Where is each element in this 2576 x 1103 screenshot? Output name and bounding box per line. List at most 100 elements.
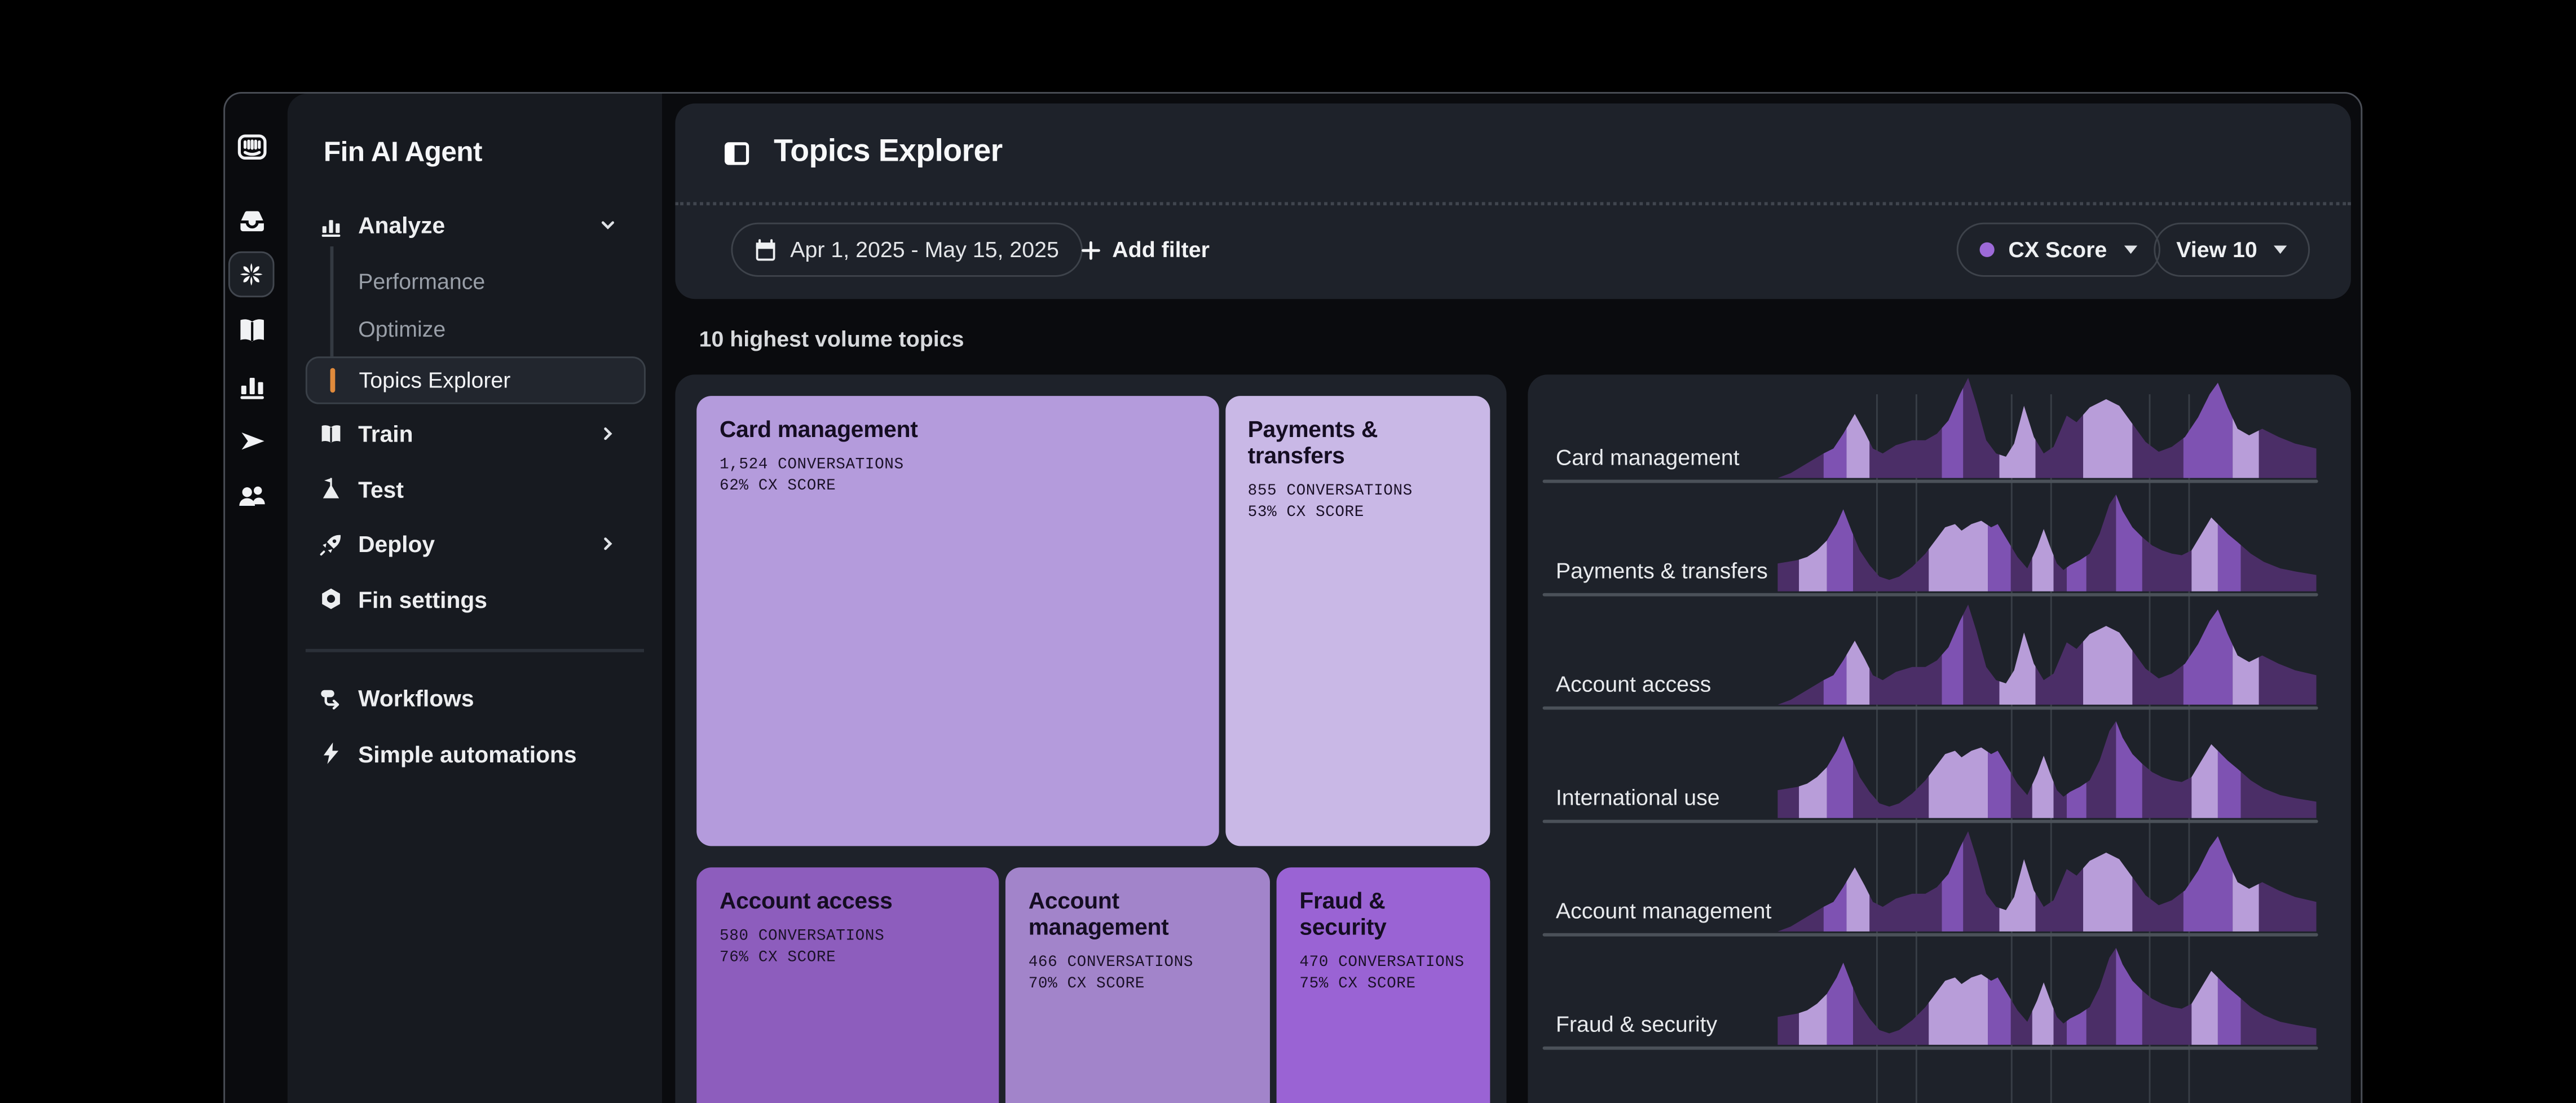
chevron-right-icon (599, 426, 616, 442)
topic-title: Account access (720, 887, 976, 914)
sparkline-row-account-access[interactable]: Account access (1528, 601, 2350, 709)
sidebar-item-optimize[interactable]: Optimize (358, 311, 445, 347)
treemap-card-card-management[interactable]: Card management 1,524 CONVERSATIONS 62% … (696, 396, 1219, 846)
metric-select-button[interactable]: CX Score (1957, 223, 2159, 277)
contacts-people-icon[interactable] (236, 480, 267, 511)
sidebar-item-label: Deploy (358, 531, 435, 557)
chevron-right-icon (599, 536, 616, 552)
treemap-card-fraud-security[interactable]: Fraud & security 470 CONVERSATIONS 75% C… (1277, 867, 1490, 1103)
page-panel-icon (723, 139, 751, 167)
page-title: Topics Explorer (774, 135, 1002, 171)
sparkline-row-international-use[interactable]: International use (1528, 714, 2350, 822)
book-icon (318, 421, 343, 446)
starburst-icon (237, 261, 264, 288)
inbox-icon[interactable] (236, 205, 267, 236)
lightning-bolt-icon (318, 741, 343, 766)
area-sparkline (1777, 827, 2317, 932)
caret-down-icon (2123, 246, 2136, 254)
sparklines-panel: Card management Payments & transfers Acc… (1528, 374, 2350, 1103)
sidebar-item-label: Simple automations (358, 740, 577, 766)
topic-stats: 580 CONVERSATIONS 76% CX SCORE (720, 925, 976, 968)
sidebar-item-analyze[interactable]: Analyze (286, 202, 662, 248)
treemap-card-account-access[interactable]: Account access 580 CONVERSATIONS 76% CX … (696, 867, 999, 1103)
sidebar-item-label: Performance (358, 268, 485, 293)
rocket-icon (318, 531, 343, 556)
calendar-icon (754, 239, 777, 262)
topic-stats: 855 CONVERSATIONS 53% CX SCORE (1248, 480, 1467, 523)
treemap-panel: Card management 1,524 CONVERSATIONS 62% … (675, 374, 1506, 1103)
sidebar-item-performance[interactable]: Performance (358, 263, 485, 299)
row-baseline (1543, 1045, 2318, 1049)
area-sparkline (1777, 487, 2317, 592)
topic-title: Card management (720, 416, 1196, 442)
sparkline-row-account-management[interactable]: Account management (1528, 827, 2350, 936)
sidebar-title: Fin AI Agent (324, 135, 482, 168)
flag-summit-icon (318, 477, 343, 501)
section-label: 10 highest volume topics (699, 326, 964, 351)
page-root: Fin AI Agent Analyze Performance (0, 0, 2576, 1103)
date-range-label: Apr 1, 2025 - May 15, 2025 (790, 238, 1059, 263)
filter-bar: Apr 1, 2025 - May 15, 2025 Add filter CX… (675, 205, 2350, 295)
sidebar-item-label: Fin settings (358, 586, 487, 612)
sidebar-item-label: Test (358, 475, 404, 502)
topic-title: Payments & transfers (1248, 416, 1467, 468)
page-header-panel: Topics Explorer Apr 1, 2025 - May 1 (675, 104, 2350, 298)
metric-color-dot (1980, 242, 1995, 257)
row-baseline (1543, 705, 2318, 709)
row-baseline (1543, 932, 2318, 936)
sparkline-row-label: Payments & transfers (1556, 558, 1768, 583)
sidebar-item-simple-automations[interactable]: Simple automations (286, 730, 662, 776)
bar-chart-icon (318, 213, 343, 237)
row-baseline (1543, 479, 2318, 482)
knowledge-book-icon[interactable] (236, 315, 267, 346)
row-baseline (1543, 592, 2318, 595)
sparkline-row-card-management[interactable]: Card management (1528, 374, 2350, 482)
sidebar-item-label: Analyze (358, 212, 445, 239)
sidebar-item-test[interactable]: Test (286, 466, 662, 512)
sparkline-row-payments-transfers[interactable]: Payments & transfers (1528, 487, 2350, 595)
sidebar-item-label: Workflows (358, 685, 474, 712)
date-range-button[interactable]: Apr 1, 2025 - May 15, 2025 (731, 223, 1082, 277)
sidebar-item-topics-explorer-active[interactable]: Topics Explorer (306, 356, 646, 403)
topic-title: Fraud & security (1299, 887, 1467, 939)
chevron-down-icon (599, 217, 616, 233)
sidebar-item-fin-settings[interactable]: Fin settings (286, 576, 662, 622)
reports-bar-chart-icon[interactable] (236, 369, 267, 400)
sidebar-item-deploy[interactable]: Deploy (286, 521, 662, 567)
sidebar: Fin AI Agent Analyze Performance (286, 93, 662, 1103)
caret-down-icon (2274, 246, 2287, 254)
row-baseline (1543, 819, 2318, 822)
metric-select-label: CX Score (2008, 238, 2107, 263)
topic-stats: 1,524 CONVERSATIONS 62% CX SCORE (720, 453, 1196, 496)
sparkline-row-fraud-security[interactable]: Fraud & security (1528, 941, 2350, 1049)
topic-stats: 470 CONVERSATIONS 75% CX SCORE (1299, 951, 1467, 994)
settings-nut-icon (318, 586, 343, 611)
sidebar-item-workflows[interactable]: Workflows (286, 675, 662, 721)
plus-icon (1081, 240, 1101, 260)
intercom-logo-icon[interactable] (236, 131, 267, 162)
topic-title: Account management (1029, 887, 1247, 939)
sparkline-row-label: International use (1556, 784, 1720, 809)
sidebar-item-label: Train (358, 421, 413, 447)
add-filter-button[interactable]: Add filter (1081, 238, 1210, 263)
treemap-card-account-management[interactable]: Account management 466 CONVERSATIONS 70%… (1005, 867, 1270, 1103)
sparkline-row-label: Account access (1556, 671, 1711, 696)
area-sparkline (1777, 601, 2317, 705)
fin-ai-icon-active[interactable] (227, 252, 274, 298)
main-content: Topics Explorer Apr 1, 2025 - May 1 (662, 93, 2362, 1103)
sidebar-item-train[interactable]: Train (286, 411, 662, 457)
outbound-paper-plane-icon[interactable] (236, 426, 267, 457)
area-sparkline (1777, 714, 2317, 819)
title-row: Topics Explorer (675, 104, 2350, 206)
icon-rail (224, 93, 287, 1103)
active-indicator-bar (330, 368, 336, 392)
add-filter-label: Add filter (1112, 238, 1210, 263)
area-sparkline (1777, 374, 2317, 479)
view-count-button[interactable]: View 10 (2153, 223, 2310, 277)
sidebar-item-label: Topics Explorer (359, 368, 511, 392)
sidebar-divider (306, 649, 643, 651)
sparkline-row-label: Card management (1556, 444, 1740, 469)
app-window: Fin AI Agent Analyze Performance (223, 91, 2362, 1103)
treemap-card-payments-transfers[interactable]: Payments & transfers 855 CONVERSATIONS 5… (1225, 396, 1490, 846)
area-sparkline (1777, 941, 2317, 1045)
